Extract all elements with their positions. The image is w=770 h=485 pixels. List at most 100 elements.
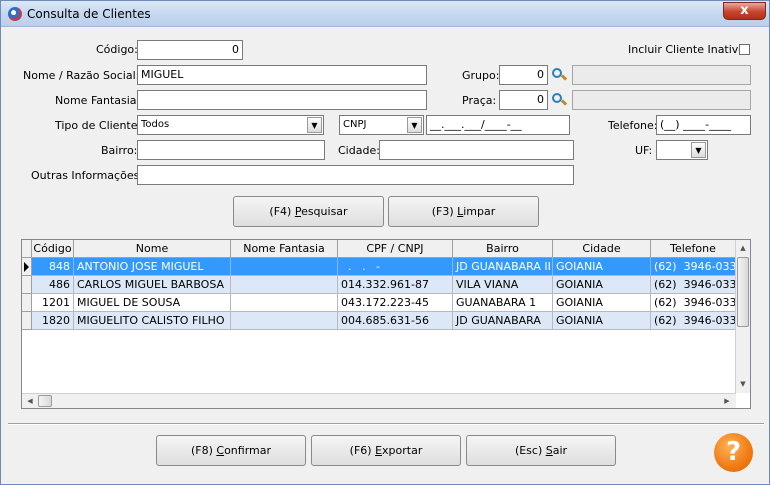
col-nome[interactable]: Nome (74, 240, 231, 258)
codigo-input[interactable]: 0 (137, 40, 243, 60)
cell-cidade[interactable]: GOIANIA (553, 258, 651, 276)
cell-telefone[interactable]: (62) 3946-0338 (651, 294, 736, 312)
confirmar-button[interactable]: (F8) Confirmar (156, 435, 306, 466)
col-telefone[interactable]: Telefone (651, 240, 736, 258)
current-row-arrow-icon (24, 262, 29, 272)
table-row[interactable]: 486 CARLOS MIGUEL BARBOSA 014.332.961-87… (22, 276, 736, 294)
documento-input[interactable]: __.___.___/____-__ (426, 115, 570, 135)
cell-nome[interactable]: ANTONIO JOSE MIGUEL (74, 258, 231, 276)
col-cpf-cnpj[interactable]: CPF / CNPJ (338, 240, 453, 258)
table-row[interactable]: 1201 MIGUEL DE SOUSA 043.172.223-45 GUAN… (22, 294, 736, 312)
pesquisar-rest: esquisar (301, 205, 348, 218)
cell-bairro[interactable]: GUANABARA 1 (453, 294, 553, 312)
cell-nome[interactable]: MIGUEL DE SOUSA (74, 294, 231, 312)
cell-bairro[interactable]: VILA VIANA (453, 276, 553, 294)
cell-cpf-cnpj[interactable]: . . - (338, 258, 453, 276)
cidade-input[interactable] (379, 140, 574, 160)
documento-tipo-select[interactable]: CNPJ ▼ (339, 115, 424, 135)
nome-fantasia-input[interactable] (137, 90, 427, 110)
cell-cpf-cnpj[interactable]: 043.172.223-45 (338, 294, 453, 312)
cell-nome[interactable]: MIGUELITO CALISTO FILHO (74, 312, 231, 330)
telefone-label: Telefone: (608, 119, 658, 132)
row-indicator (22, 258, 32, 276)
form-area: Código: 0 Incluir Cliente Inativo: Nome … (8, 29, 764, 479)
grid-header: Código Nome Nome Fantasia CPF / CNPJ Bai… (22, 240, 736, 258)
grupo-search-icon[interactable] (551, 67, 568, 83)
horizontal-scrollbar[interactable]: ◀ ▶ (22, 393, 736, 408)
close-button[interactable]: x (723, 2, 766, 20)
chevron-down-icon[interactable]: ▼ (307, 117, 322, 133)
title-bar: Consulta de Clientes x (1, 1, 769, 27)
limpar-button[interactable]: (F3) Limpar (388, 196, 539, 227)
cell-codigo[interactable]: 486 (32, 276, 74, 294)
app-icon (8, 7, 22, 21)
cell-cpf-cnpj[interactable]: 014.332.961-87 (338, 276, 453, 294)
chevron-down-icon[interactable]: ▼ (691, 142, 706, 158)
outras-informacoes-input[interactable] (137, 165, 574, 185)
grupo-label: Grupo: (462, 69, 500, 82)
incluir-inativo-label: Incluir Cliente Inativo: (628, 43, 749, 56)
table-row[interactable]: 1820 MIGUELITO CALISTO FILHO 004.685.631… (22, 312, 736, 330)
cell-nome-fantasia[interactable] (231, 258, 338, 276)
col-bairro[interactable]: Bairro (453, 240, 553, 258)
cell-cpf-cnpj[interactable]: 004.685.631-56 (338, 312, 453, 330)
cidade-label: Cidade: (338, 144, 380, 157)
incluir-inativo-checkbox[interactable] (739, 44, 750, 55)
exportar-prefix: (F6) (349, 444, 376, 457)
exportar-rest: xportar (382, 444, 423, 457)
help-icon[interactable]: ? (714, 433, 753, 472)
cell-nome-fantasia[interactable] (231, 276, 338, 294)
nome-input[interactable]: MIGUEL (137, 65, 427, 85)
cell-codigo[interactable]: 1201 (32, 294, 74, 312)
window-title: Consulta de Clientes (27, 7, 151, 21)
cell-telefone[interactable]: (62) 3946-0338 (651, 276, 736, 294)
cell-bairro[interactable]: JD GUANABARA (453, 312, 553, 330)
vertical-scrollbar[interactable]: ▲ ▼ (735, 240, 750, 393)
telefone-input[interactable]: (__) ____-____ (656, 115, 751, 135)
uf-label: UF: (635, 144, 653, 157)
scroll-right-icon[interactable]: ▶ (720, 394, 734, 408)
scroll-down-icon[interactable]: ▼ (736, 377, 750, 391)
praca-search-icon[interactable] (551, 92, 568, 108)
sair-accel: S (545, 444, 553, 457)
scroll-up-icon[interactable]: ▲ (736, 241, 750, 255)
pesquisar-prefix: (F4) (269, 205, 295, 218)
col-cidade[interactable]: Cidade (553, 240, 651, 258)
cell-nome-fantasia[interactable] (231, 294, 338, 312)
table-row[interactable]: 848 ANTONIO JOSE MIGUEL . . - JD GUANABA… (22, 258, 736, 276)
row-indicator (22, 276, 32, 294)
cell-nome[interactable]: CARLOS MIGUEL BARBOSA (74, 276, 231, 294)
grupo-input[interactable]: 0 (499, 65, 548, 85)
consulta-clientes-window: Consulta de Clientes x Código: 0 Incluir… (0, 0, 770, 485)
praca-input[interactable]: 0 (499, 90, 548, 110)
tipo-cliente-select[interactable]: Todos ▼ (137, 115, 324, 135)
cell-cidade[interactable]: GOIANIA (553, 294, 651, 312)
cell-telefone[interactable]: (62) 3946-0338 (651, 258, 736, 276)
uf-select[interactable]: ▼ (656, 140, 708, 160)
exportar-button[interactable]: (F6) Exportar (311, 435, 461, 466)
cell-cidade[interactable]: GOIANIA (553, 312, 651, 330)
clientes-grid[interactable]: Código Nome Nome Fantasia CPF / CNPJ Bai… (21, 239, 751, 409)
cell-bairro[interactable]: JD GUANABARA II (453, 258, 553, 276)
chevron-down-icon[interactable]: ▼ (407, 117, 422, 133)
horizontal-scroll-thumb[interactable] (38, 395, 52, 407)
cell-cidade[interactable]: GOIANIA (553, 276, 651, 294)
confirmar-rest: onfirmar (224, 444, 272, 457)
nome-label: Nome / Razão Social: (23, 69, 140, 82)
sair-prefix: (Esc) (514, 444, 546, 457)
exportar-accel: E (375, 444, 383, 457)
bairro-input[interactable] (137, 140, 325, 160)
cell-telefone[interactable]: (62) 3946-0338 (651, 312, 736, 330)
col-codigo[interactable]: Código (32, 240, 74, 258)
vertical-scroll-thumb[interactable] (737, 257, 749, 327)
praca-label: Praça: (462, 94, 497, 107)
sair-button[interactable]: (Esc) Sair (466, 435, 616, 466)
col-nome-fantasia[interactable]: Nome Fantasia (231, 240, 338, 258)
confirmar-accel: C (216, 444, 225, 457)
cell-codigo[interactable]: 1820 (32, 312, 74, 330)
cell-codigo[interactable]: 848 (32, 258, 74, 276)
pesquisar-button[interactable]: (F4) Pesquisar (233, 196, 384, 227)
scroll-left-icon[interactable]: ◀ (23, 394, 37, 408)
row-indicator (22, 294, 32, 312)
cell-nome-fantasia[interactable] (231, 312, 338, 330)
